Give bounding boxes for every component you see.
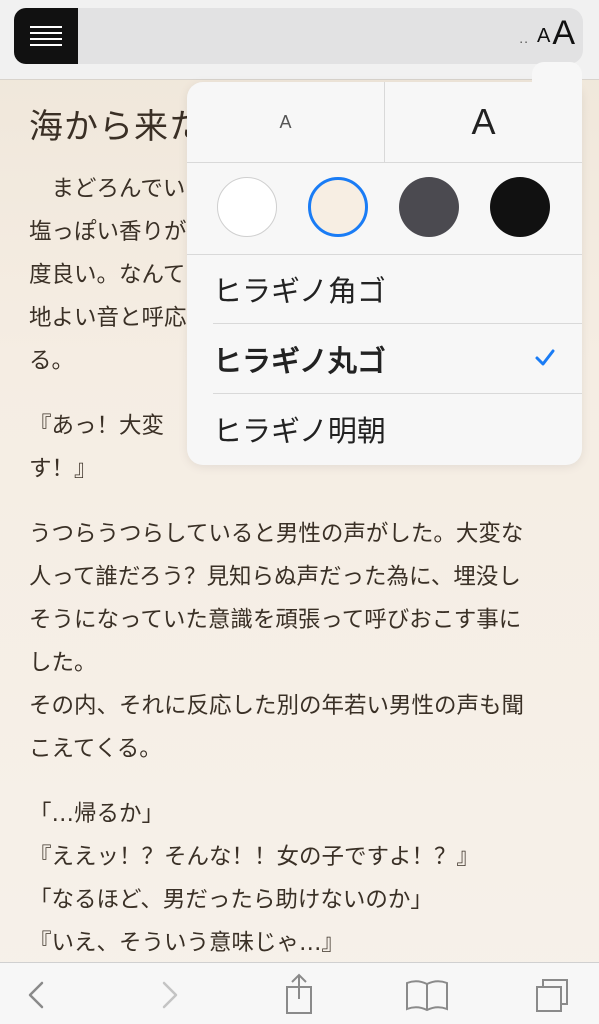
reader-list-icon [30, 22, 62, 50]
top-bar: .. A A [0, 0, 599, 80]
paragraph-4: 「…帰るか」 『ええッ！？そんな！！女の子ですよ！？』 「なるほど、男だったら助… [29, 793, 574, 965]
paragraph-3: うつらうつらしていると男性の声がした。大変な 人って誰だろう？見知らぬ声だった為… [29, 513, 574, 771]
theme-color-row [187, 162, 582, 255]
loading-dots: .. [519, 30, 529, 46]
text-line: 人って誰だろう？見知らぬ声だった為に、埋没し [29, 564, 521, 590]
text-line: した。 [29, 650, 97, 676]
address-bar[interactable] [14, 8, 583, 64]
text-line: そうになっていた意識を頑張って呼びおこす事に [29, 607, 522, 633]
font-settings-big-a: A [552, 14, 575, 52]
theme-black-swatch[interactable] [490, 177, 550, 237]
forward-chevron-icon[interactable] [150, 977, 190, 1013]
font-settings-small-a: A [536, 25, 551, 47]
text-line: 『ええッ！？そんな！！女の子ですよ！？』 [29, 844, 480, 870]
increase-font-size-button[interactable]: A [385, 82, 582, 162]
share-icon[interactable] [279, 973, 319, 1015]
font-option-label: ヒラギノ丸ゴ [213, 343, 386, 378]
font-settings-popover: A A ヒラギノ角ゴ ヒラギノ丸ゴ ヒラギノ明朝 [187, 62, 582, 465]
text-line: 「…帰るか」 [29, 801, 165, 827]
text-line: その内、それに反応した別の年若い男性の声も聞 [29, 693, 525, 719]
bottom-toolbar [0, 962, 599, 1024]
font-option-hiragino-mincho[interactable]: ヒラギノ明朝 [213, 394, 582, 464]
bookmarks-book-icon[interactable] [404, 977, 450, 1013]
theme-gray-swatch[interactable] [399, 177, 459, 237]
font-size-row: A A [187, 82, 582, 163]
checkmark-icon [535, 349, 555, 366]
text-line: うつらうつらしていると男性の声がした。大変な [29, 521, 524, 547]
text-line: こえてくる。 [29, 736, 162, 762]
font-option-label: ヒラギノ明朝 [213, 414, 386, 448]
text-line: 『いえ、そういう意味じゃ…』 [29, 930, 345, 956]
font-option-label: ヒラギノ角ゴ [213, 273, 386, 308]
theme-sepia-swatch[interactable] [308, 177, 368, 237]
decrease-font-size-button[interactable]: A [187, 82, 385, 162]
font-option-hiragino-maru-gothic[interactable]: ヒラギノ丸ゴ [213, 324, 582, 394]
font-option-hiragino-kaku-gothic[interactable]: ヒラギノ角ゴ [213, 254, 582, 324]
font-settings-button[interactable]: .. A A [519, 12, 575, 56]
back-chevron-icon[interactable] [18, 977, 58, 1013]
text-line: 「なるほど、男だったら助けないのか」 [29, 887, 433, 913]
theme-white-swatch[interactable] [217, 177, 277, 237]
tabs-icon[interactable] [533, 977, 573, 1013]
reader-view-button[interactable] [14, 8, 78, 64]
